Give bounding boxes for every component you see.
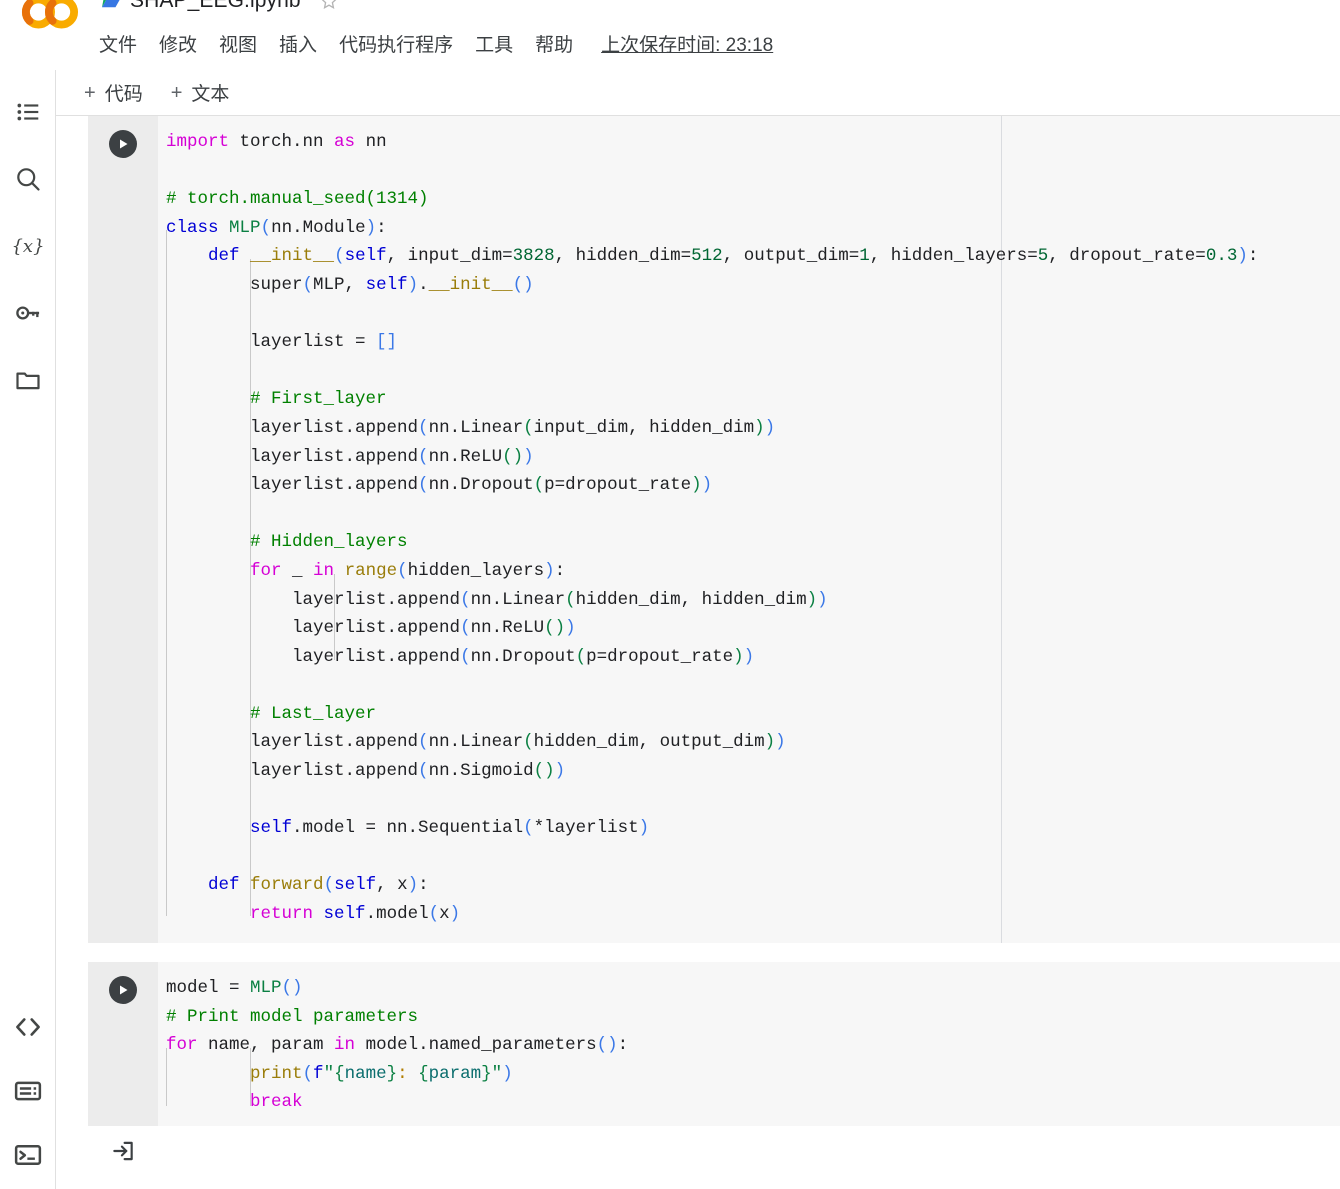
code-cell-2[interactable]: model = MLP() # Print model parameters for… bbox=[88, 962, 1340, 1131]
table-of-contents-icon bbox=[15, 99, 41, 130]
colab-logo[interactable] bbox=[18, 0, 82, 34]
code-editor-1[interactable]: import torch.nn as nn # torch.manual_see… bbox=[158, 116, 1340, 943]
document-title[interactable]: SHAP_EEG.ipynb bbox=[130, 0, 301, 13]
add-code-cell-button[interactable]: + 代码 bbox=[84, 79, 143, 106]
sidebar-item-code-snippets[interactable] bbox=[6, 1007, 50, 1051]
search-icon bbox=[14, 165, 42, 198]
code-content-1[interactable]: import torch.nn as nn # torch.manual_see… bbox=[158, 128, 1340, 929]
google-drive-icon bbox=[100, 0, 122, 10]
code-content-2[interactable]: model = MLP() # Print model parameters for… bbox=[158, 974, 1340, 1117]
folder-icon bbox=[14, 366, 42, 399]
play-icon bbox=[116, 983, 130, 997]
sidebar-item-terminal[interactable] bbox=[6, 1135, 50, 1179]
cell-gutter bbox=[88, 962, 158, 1131]
colab-app: SHAP_EEG.ipynb 文件 修改 视图 插入 代码执行程序 工具 帮助 … bbox=[0, 0, 1340, 1189]
menu-bar: 文件 修改 视图 插入 代码执行程序 工具 帮助 上次保存时间: 23:18 bbox=[99, 28, 773, 58]
variables-icon: {x} bbox=[11, 231, 44, 266]
sidebar-top-group: {x} bbox=[6, 92, 50, 404]
menu-item-runtime[interactable]: 代码执行程序 bbox=[339, 30, 463, 57]
menu-item-view[interactable]: 视图 bbox=[219, 30, 267, 57]
code-snippets-icon bbox=[13, 1012, 43, 1047]
sidebar-item-secrets[interactable] bbox=[6, 293, 50, 337]
sidebar-bottom-group bbox=[6, 1007, 50, 1179]
play-icon bbox=[116, 137, 130, 151]
plus-icon: + bbox=[84, 81, 96, 104]
sidebar-item-toc[interactable] bbox=[6, 92, 50, 136]
cell-spacer bbox=[56, 940, 1340, 962]
document-title-row: SHAP_EEG.ipynb bbox=[100, 0, 339, 16]
notebook-scroll-area[interactable]: import torch.nn as nn # torch.manual_see… bbox=[56, 116, 1340, 1189]
terminal-icon bbox=[13, 1140, 43, 1175]
output-arrow-icon bbox=[110, 1138, 136, 1189]
menu-item-help[interactable]: 帮助 bbox=[535, 30, 583, 57]
sidebar-item-search[interactable] bbox=[6, 159, 50, 203]
cell-output-2: model.0.weight: Parameter containing: te… bbox=[88, 1126, 1340, 1189]
svg-text:{x}: {x} bbox=[13, 236, 43, 257]
star-icon[interactable] bbox=[309, 0, 339, 11]
run-cell-button[interactable] bbox=[109, 130, 137, 158]
add-text-label: 文本 bbox=[191, 84, 230, 105]
run-cell-button[interactable] bbox=[109, 976, 137, 1004]
output-text: model.0.weight: Parameter containing: te… bbox=[158, 1126, 1340, 1189]
menu-item-edit[interactable]: 修改 bbox=[159, 30, 207, 57]
add-code-label: 代码 bbox=[104, 84, 143, 105]
add-text-cell-button[interactable]: + 文本 bbox=[171, 79, 230, 106]
sidebar-item-files[interactable] bbox=[6, 360, 50, 404]
sidebar-item-variables[interactable]: {x} bbox=[6, 226, 50, 270]
key-icon bbox=[14, 299, 42, 332]
menu-item-insert[interactable]: 插入 bbox=[279, 30, 327, 57]
menu-item-tools[interactable]: 工具 bbox=[475, 30, 523, 57]
menu-item-file[interactable]: 文件 bbox=[99, 30, 147, 57]
sidebar-item-command-palette[interactable] bbox=[6, 1071, 50, 1115]
cell-gutter bbox=[88, 116, 158, 943]
plus-icon: + bbox=[170, 81, 183, 104]
notebook-toolbar: + 代码 + 文本 bbox=[56, 70, 1340, 116]
code-editor-2[interactable]: model = MLP() # Print model parameters for… bbox=[158, 962, 1340, 1131]
app-header: SHAP_EEG.ipynb 文件 修改 视图 插入 代码执行程序 工具 帮助 … bbox=[0, 0, 1340, 70]
left-sidebar: {x} bbox=[0, 70, 56, 1189]
output-gutter bbox=[88, 1126, 158, 1189]
code-cell-1[interactable]: import torch.nn as nn # torch.manual_see… bbox=[88, 116, 1340, 943]
command-palette-icon bbox=[13, 1076, 43, 1111]
last-saved-link[interactable]: 上次保存时间: 23:18 bbox=[601, 30, 773, 57]
